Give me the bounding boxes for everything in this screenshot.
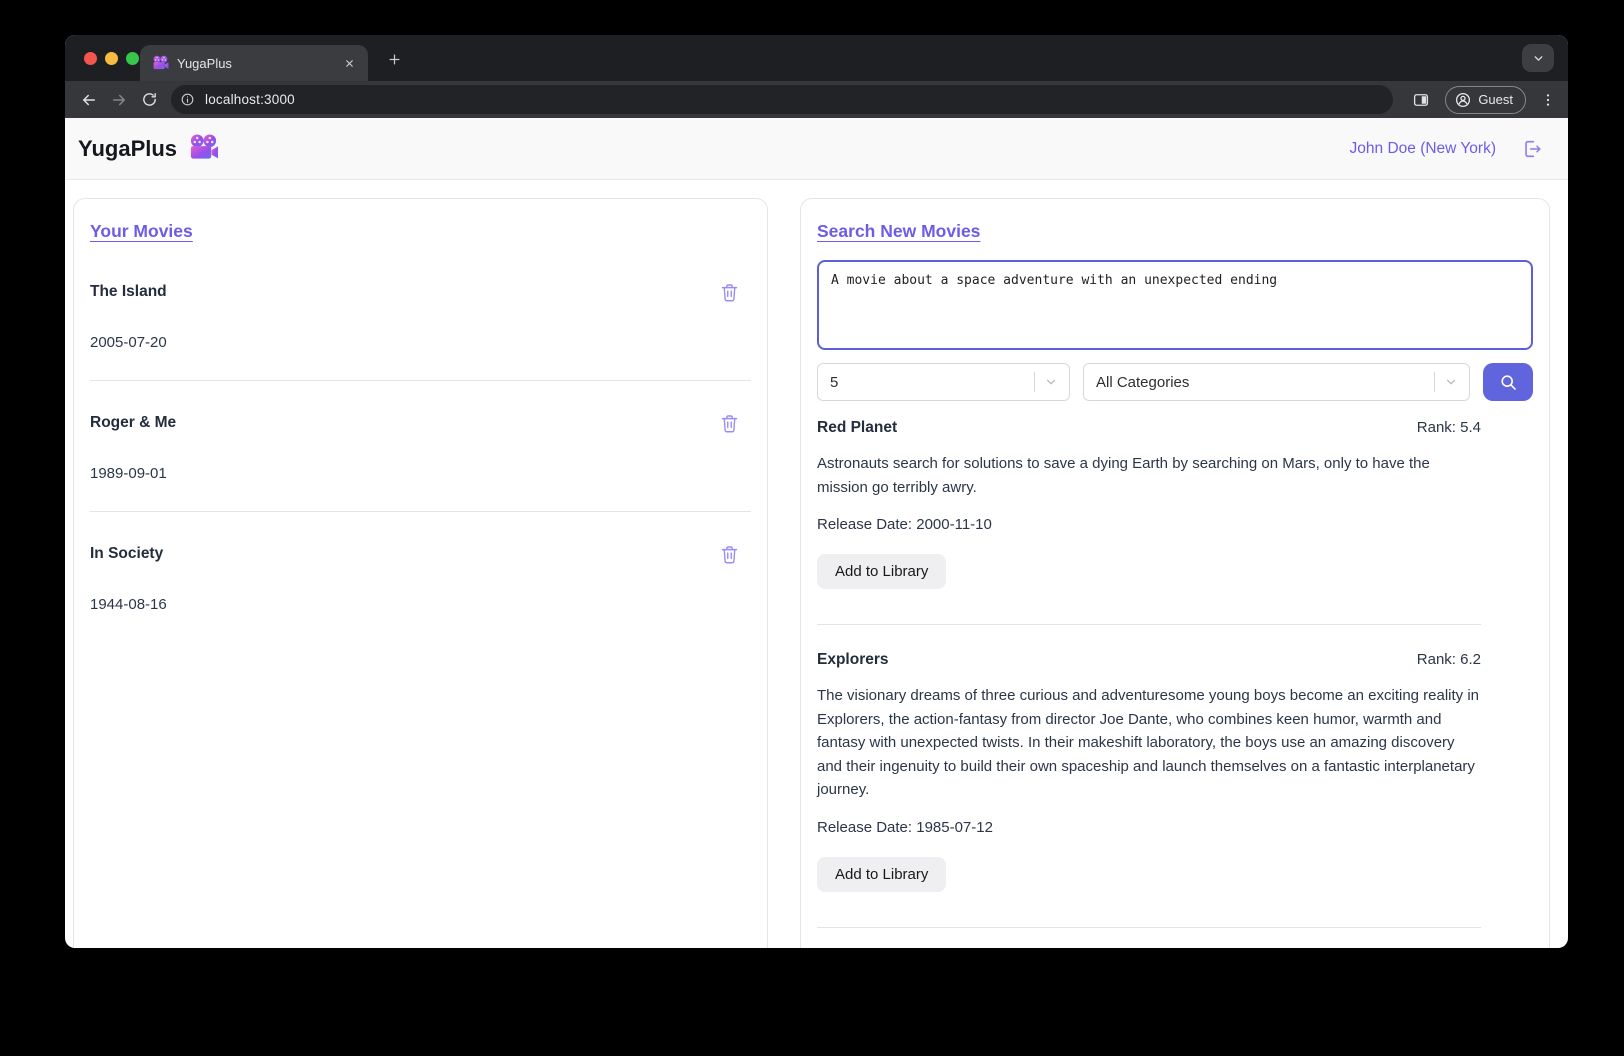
user-profile-link[interactable]: John Doe (New York) (1350, 140, 1496, 158)
search-query-input[interactable]: A movie about a space adventure with an … (817, 260, 1533, 350)
reload-icon[interactable] (135, 86, 163, 114)
category-select[interactable]: All Categories (1083, 363, 1470, 401)
close-window-icon[interactable] (84, 52, 97, 65)
logo-movie-camera-icon (188, 133, 219, 164)
tab-close-icon[interactable] (340, 54, 358, 72)
delete-movie-trash-icon[interactable] (717, 542, 741, 566)
divider (1034, 372, 1035, 392)
result-description: The visionary dreams of three curious an… (817, 687, 1480, 798)
delete-movie-trash-icon[interactable] (717, 411, 741, 435)
delete-movie-trash-icon[interactable] (717, 280, 741, 304)
profile-label: Guest (1478, 92, 1513, 107)
result-title: Red Planet (817, 419, 898, 436)
header-right: John Doe (New York) (1350, 137, 1544, 161)
tab-title: YugaPlus (177, 55, 232, 71)
app-title: YugaPlus (78, 135, 178, 161)
search-result: Explorers Rank: 6.2 The visionary dreams… (817, 651, 1481, 928)
your-movies-panel: Your Movies The Island 2005-07-20 Roger … (73, 198, 768, 948)
movie-title: The Island (90, 283, 167, 300)
your-movies-heading[interactable]: Your Movies (90, 221, 193, 242)
forward-icon[interactable] (105, 86, 133, 114)
movie-list-item: The Island 2005-07-20 (90, 280, 751, 381)
address-bar[interactable]: localhost:3000 (171, 85, 1394, 114)
fullscreen-window-icon[interactable] (126, 52, 139, 65)
browser-menu-icon[interactable] (1538, 86, 1558, 114)
result-title: Explorers (817, 651, 889, 668)
category-value: All Categories (1096, 373, 1190, 391)
result-release-date: Release Date: 1985-07-12 (817, 818, 993, 836)
brand: YugaPlus (78, 133, 219, 164)
person-circle-icon (1454, 91, 1472, 109)
search-result: Red Planet Rank: 5.4 Astronauts search f… (817, 419, 1481, 625)
search-new-movies-heading[interactable]: Search New Movies (817, 221, 980, 242)
url-text[interactable]: localhost:3000 (205, 92, 295, 107)
browser-tab-yugaplus[interactable]: YugaPlus (140, 45, 368, 81)
minimize-window-icon[interactable] (105, 52, 118, 65)
result-description: Astronauts search for solutions to save … (817, 455, 1430, 496)
movie-list-item: Roger & Me 1989-09-01 (90, 411, 751, 512)
add-to-library-button[interactable]: Add to Library (817, 856, 947, 892)
site-info-icon[interactable] (176, 89, 198, 111)
movie-release-date: 2005-07-20 (90, 334, 167, 351)
divider (817, 926, 1481, 928)
result-rank: Rank: 5.4 (1416, 419, 1481, 436)
movie-release-date: 1989-09-01 (90, 465, 167, 482)
divider (90, 511, 751, 512)
result-rank: Rank: 6.2 (1416, 651, 1481, 668)
add-to-library-button[interactable]: Add to Library (817, 554, 947, 589)
results-count-value: 5 (830, 373, 839, 391)
back-icon[interactable] (75, 86, 103, 114)
movie-title: Roger & Me (90, 414, 177, 431)
chevron-down-icon (1041, 372, 1061, 392)
results-count-select[interactable]: 5 (817, 363, 1070, 401)
main-content: Your Movies The Island 2005-07-20 Roger … (65, 180, 1568, 948)
side-panel-icon[interactable] (1407, 86, 1435, 114)
divider (817, 624, 1481, 625)
new-tab-icon[interactable] (383, 48, 405, 70)
browser-tab-strip: YugaPlus (65, 35, 1568, 81)
favicon-movie-camera-icon (152, 55, 169, 72)
tab-search-chevron-icon[interactable] (1522, 44, 1554, 72)
profile-button[interactable]: Guest (1445, 85, 1526, 114)
divider (1434, 372, 1435, 392)
window-controls (84, 52, 139, 65)
search-controls: 5 All Categories (817, 363, 1533, 401)
divider (90, 380, 751, 381)
search-button[interactable] (1483, 363, 1533, 401)
movie-title: In Society (90, 545, 164, 562)
search-results: Red Planet Rank: 5.4 Astronauts search f… (817, 419, 1533, 948)
app-header: YugaPlus John Doe (New York) (65, 118, 1568, 180)
movie-release-date: 1944-08-16 (90, 596, 167, 613)
browser-window: YugaPlus localhost:3000 Guest YugaPlus J… (65, 35, 1568, 948)
search-new-movies-panel: Search New Movies A movie about a space … (800, 198, 1550, 948)
browser-toolbar: localhost:3000 Guest (65, 81, 1568, 118)
movie-list-item: In Society 1944-08-16 (90, 542, 751, 613)
search-icon (1498, 372, 1519, 393)
result-release-date: Release Date: 2000-11-10 (817, 516, 992, 533)
logout-icon[interactable] (1520, 137, 1544, 161)
chevron-down-icon (1441, 372, 1461, 392)
